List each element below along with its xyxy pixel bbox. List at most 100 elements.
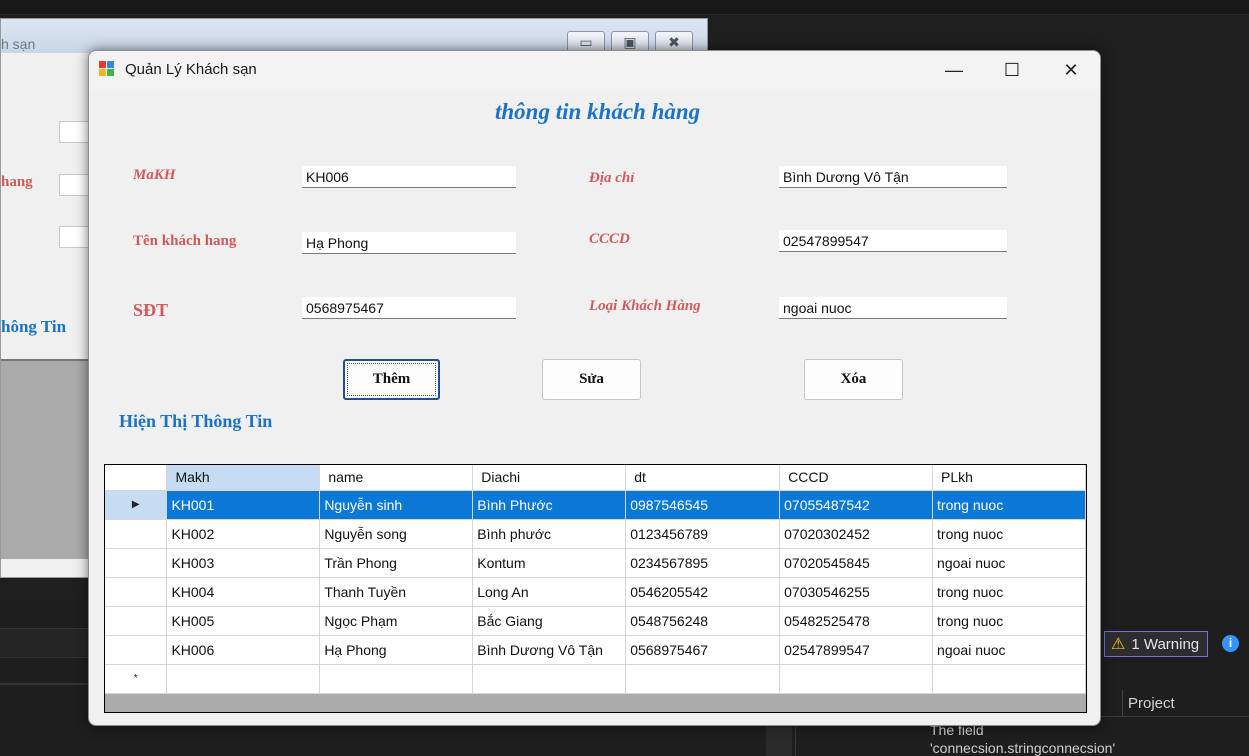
cell-diachi[interactable]: Bình Phước bbox=[472, 490, 627, 520]
table-row[interactable]: KH002 Nguyễn song Bình phước 0123456789 … bbox=[105, 519, 1086, 549]
sua-button-label: Sửa bbox=[579, 371, 604, 387]
row-header[interactable] bbox=[105, 606, 168, 636]
cell-cccd[interactable]: 05482525478 bbox=[779, 606, 934, 636]
column-separator bbox=[1122, 690, 1123, 716]
cell-makh[interactable]: KH003 bbox=[166, 548, 321, 578]
makh-label: MaKH bbox=[133, 167, 176, 183]
row-header[interactable] bbox=[105, 519, 168, 549]
cell-makh[interactable]: KH002 bbox=[166, 519, 321, 549]
minimize-button[interactable]: — bbox=[925, 51, 983, 89]
row-header[interactable]: ▶ bbox=[105, 490, 168, 520]
cell-makh[interactable]: KH001 bbox=[166, 490, 321, 520]
diachi-label: Địa chỉ bbox=[589, 170, 635, 186]
maximize-button[interactable]: ☐ bbox=[983, 51, 1041, 89]
sdt-label: SĐT bbox=[133, 300, 169, 320]
cell-dt[interactable]: 0123456789 bbox=[625, 519, 781, 549]
cell-plkh[interactable]: trong nuoc bbox=[932, 490, 1086, 520]
cell-makh[interactable] bbox=[166, 664, 321, 694]
current-row-icon: ▶ bbox=[131, 499, 140, 510]
column-header-cccd[interactable]: CCCD bbox=[779, 465, 934, 491]
table-row[interactable]: KH003 Trần Phong Kontum 0234567895 07020… bbox=[105, 548, 1086, 578]
cell-plkh[interactable]: trong nuoc bbox=[932, 577, 1086, 607]
cell-plkh[interactable]: trong nuoc bbox=[932, 606, 1086, 636]
cell-name[interactable]: Ngọc Phạm bbox=[319, 606, 474, 636]
ide-top-bar bbox=[0, 0, 1249, 15]
cell-diachi[interactable]: Kontum bbox=[472, 548, 627, 578]
cell-makh[interactable]: KH004 bbox=[166, 577, 321, 607]
table-row[interactable]: KH005 Ngọc Phạm Bắc Giang 0548756248 054… bbox=[105, 606, 1086, 636]
cell-plkh[interactable] bbox=[932, 664, 1086, 694]
ten-khach-hang-label: Tên khách hang bbox=[133, 233, 237, 249]
cell-diachi[interactable] bbox=[472, 664, 627, 694]
cell-name[interactable]: Nguyễn sinh bbox=[319, 490, 474, 520]
new-row-icon: * bbox=[133, 673, 138, 684]
cell-dt[interactable] bbox=[625, 664, 781, 694]
table-row[interactable]: ▶ KH001 Nguyễn sinh Bình Phước 098754654… bbox=[105, 490, 1086, 520]
row-header[interactable] bbox=[105, 577, 168, 607]
table-row[interactable]: KH004 Thanh Tuyền Long An 0546205542 070… bbox=[105, 577, 1086, 607]
cell-name[interactable]: Trần Phong bbox=[319, 548, 474, 578]
cell-diachi[interactable]: Bình Dương Vô Tận bbox=[472, 635, 627, 665]
makh-input[interactable] bbox=[302, 166, 516, 188]
them-button[interactable]: Thêm bbox=[343, 359, 440, 400]
loai-khach-hang-label: Loại Khách Hàng bbox=[589, 298, 701, 314]
column-header-diachi[interactable]: Diachi bbox=[472, 465, 627, 491]
cell-name[interactable] bbox=[319, 664, 474, 694]
diachi-input[interactable] bbox=[779, 166, 1007, 188]
cell-dt[interactable]: 0987546545 bbox=[625, 490, 781, 520]
cell-dt[interactable]: 0568975467 bbox=[625, 635, 781, 665]
window-title: Quản Lý Khách sạn bbox=[125, 61, 257, 78]
cell-cccd[interactable]: 07055487542 bbox=[779, 490, 934, 520]
column-header-name[interactable]: name bbox=[319, 465, 474, 491]
main-window: Quản Lý Khách sạn — ☐ ✕ thông tin khách … bbox=[88, 50, 1101, 726]
cell-diachi[interactable]: Bình phước bbox=[472, 519, 627, 549]
column-header-dt[interactable]: dt bbox=[625, 465, 781, 491]
row-header[interactable]: * bbox=[105, 664, 168, 694]
close-button[interactable]: ✕ bbox=[1042, 51, 1100, 89]
cell-dt[interactable]: 0548756248 bbox=[625, 606, 781, 636]
cell-makh[interactable]: KH006 bbox=[166, 635, 321, 665]
table-row[interactable]: KH006 Hạ Phong Bình Dương Vô Tận 0568975… bbox=[105, 635, 1086, 665]
cccd-input[interactable] bbox=[779, 230, 1007, 252]
row-header[interactable] bbox=[105, 635, 168, 665]
cell-diachi[interactable]: Bắc Giang bbox=[472, 606, 627, 636]
warning-filter-button[interactable]: ⚠ 1 Warning bbox=[1104, 631, 1208, 657]
form-heading: thông tin khách hàng bbox=[495, 99, 701, 124]
cell-makh[interactable]: KH005 bbox=[166, 606, 321, 636]
customer-data-grid[interactable]: Makh name Diachi dt CCCD PLkh ▶ KH001 Ng… bbox=[104, 464, 1087, 713]
xoa-button[interactable]: Xóa bbox=[804, 359, 903, 400]
column-header-plkh[interactable]: PLkh bbox=[932, 465, 1086, 491]
ten-khach-hang-input[interactable] bbox=[302, 232, 516, 254]
warning-icon: ⚠ bbox=[1111, 636, 1126, 653]
background-window-title: h sạn bbox=[1, 36, 36, 52]
corner-header[interactable] bbox=[105, 465, 168, 491]
cell-dt[interactable]: 0546205542 bbox=[625, 577, 781, 607]
cell-plkh[interactable]: trong nuoc bbox=[932, 519, 1086, 549]
app-icon bbox=[99, 61, 115, 77]
message-line-2: 'connecsion.stringconnecsion' bbox=[930, 740, 1116, 756]
loai-khach-hang-input[interactable] bbox=[779, 297, 1007, 319]
cell-dt[interactable]: 0234567895 bbox=[625, 548, 781, 578]
cell-cccd[interactable]: 07020302452 bbox=[779, 519, 934, 549]
cell-cccd[interactable] bbox=[779, 664, 934, 694]
cell-name[interactable]: Nguyễn song bbox=[319, 519, 474, 549]
sua-button[interactable]: Sửa bbox=[542, 359, 641, 400]
cell-cccd[interactable]: 02547899547 bbox=[779, 635, 934, 665]
background-grid bbox=[1, 359, 91, 559]
cell-plkh[interactable]: ngoai nuoc bbox=[932, 635, 1086, 665]
cell-name[interactable]: Thanh Tuyền bbox=[319, 577, 474, 607]
cell-diachi[interactable]: Long An bbox=[472, 577, 627, 607]
section-title: Hiện Thị Thông Tin bbox=[119, 411, 273, 431]
new-row[interactable]: * bbox=[105, 664, 1086, 694]
background-label-hang: hang bbox=[1, 174, 33, 190]
cell-plkh[interactable]: ngoai nuoc bbox=[932, 548, 1086, 578]
sdt-input[interactable] bbox=[302, 297, 516, 319]
cell-cccd[interactable]: 07030546255 bbox=[779, 577, 934, 607]
cell-name[interactable]: Hạ Phong bbox=[319, 635, 474, 665]
project-column-header[interactable]: Project bbox=[1128, 695, 1175, 712]
row-header[interactable] bbox=[105, 548, 168, 578]
column-header-makh[interactable]: Makh bbox=[166, 465, 321, 491]
cell-cccd[interactable]: 07020545845 bbox=[779, 548, 934, 578]
warning-count-label: 1 Warning bbox=[1131, 635, 1200, 653]
info-icon[interactable]: i bbox=[1222, 635, 1239, 652]
